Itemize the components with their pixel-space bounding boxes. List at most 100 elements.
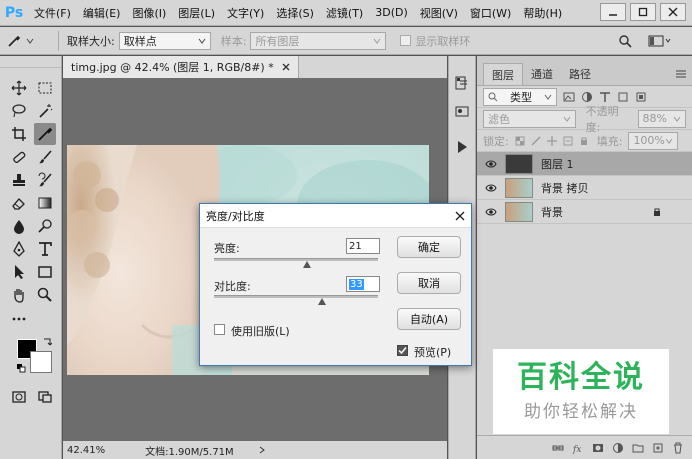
maximize-button[interactable] [630, 3, 656, 21]
auto-button[interactable]: 自动(A) [397, 308, 461, 330]
search-icon[interactable] [618, 34, 632, 48]
fill-input[interactable]: 100% [628, 131, 679, 150]
sample-select[interactable]: 所有图层 [250, 31, 387, 50]
tab-paths[interactable]: 路径 [561, 63, 599, 85]
contrast-input[interactable]: 33 [346, 276, 380, 292]
layer-row[interactable]: 图层 1 [477, 152, 692, 176]
history-panel-button[interactable] [451, 72, 473, 94]
eyedropper-tool[interactable] [34, 122, 56, 145]
lock-transparent-icon[interactable] [515, 136, 525, 146]
lasso-tool[interactable] [8, 100, 30, 122]
eraser-tool[interactable] [8, 192, 30, 214]
menu-file[interactable]: 文件(F) [28, 5, 77, 21]
menu-view[interactable]: 视图(V) [414, 5, 464, 21]
layer-row[interactable]: 背景 拷贝 [477, 176, 692, 200]
menu-filter[interactable]: 滤镜(T) [320, 5, 369, 21]
tab-layers[interactable]: 图层 [483, 63, 523, 85]
type-tool[interactable] [34, 238, 56, 260]
minimize-button[interactable] [600, 3, 626, 21]
properties-panel-button[interactable] [451, 100, 473, 122]
screen-mode-tool[interactable] [34, 386, 56, 408]
menu-select[interactable]: 选择(S) [270, 5, 320, 21]
layer-row[interactable]: 背景 [477, 200, 692, 224]
history-brush-tool[interactable] [34, 169, 56, 191]
filter-type-icon[interactable] [599, 91, 611, 103]
legacy-checkbox[interactable] [214, 324, 225, 335]
magic-wand-tool[interactable] [34, 100, 56, 122]
menu-layer[interactable]: 图层(L) [172, 5, 221, 21]
menu-edit[interactable]: 编辑(E) [77, 5, 127, 21]
layer-name[interactable]: 图层 1 [541, 156, 574, 172]
blur-tool[interactable] [8, 215, 30, 237]
link-icon[interactable] [552, 443, 564, 453]
visibility-eye-icon[interactable] [485, 183, 497, 193]
lock-artboard-icon[interactable] [563, 136, 573, 146]
hand-tool[interactable] [8, 284, 30, 306]
lock-image-icon[interactable] [531, 135, 541, 146]
panel-grip[interactable] [0, 56, 61, 68]
quick-mask-tool[interactable] [8, 386, 30, 408]
layer-name[interactable]: 背景 拷贝 [541, 180, 589, 196]
lock-all-icon[interactable] [579, 136, 589, 146]
new-layer-icon[interactable] [652, 442, 664, 454]
default-colors-icon[interactable] [16, 363, 26, 373]
ok-button[interactable]: 确定 [397, 236, 461, 258]
menu-help[interactable]: 帮助(H) [517, 5, 568, 21]
zoom-tool[interactable] [34, 284, 56, 306]
pen-tool[interactable] [8, 238, 30, 260]
close-icon[interactable] [282, 63, 290, 71]
close-window-button[interactable] [660, 3, 686, 21]
menu-3d[interactable]: 3D(D) [369, 6, 414, 19]
crop-tool[interactable] [8, 123, 30, 145]
folder-icon[interactable] [632, 442, 644, 454]
filter-adjustment-icon[interactable] [581, 91, 593, 103]
brightness-slider[interactable] [214, 258, 378, 261]
marquee-tool[interactable] [34, 77, 56, 99]
chevron-right-icon[interactable] [258, 446, 266, 454]
trash-icon[interactable] [672, 442, 684, 454]
lock-position-icon[interactable] [546, 135, 557, 146]
background-color[interactable] [30, 351, 52, 373]
opacity-input[interactable]: 88% [637, 109, 686, 128]
tool-preset-picker[interactable] [6, 30, 50, 52]
filter-pixel-icon[interactable] [563, 91, 575, 103]
close-icon[interactable] [455, 211, 465, 221]
menu-image[interactable]: 图像(I) [126, 5, 172, 21]
menu-window[interactable]: 窗口(W) [464, 5, 517, 21]
dodge-tool[interactable] [34, 215, 56, 237]
gradient-tool[interactable] [34, 192, 56, 214]
zoom-readout[interactable]: 42.41% [67, 445, 105, 456]
layer-name[interactable]: 背景 [541, 204, 563, 220]
clone-stamp-tool[interactable] [8, 169, 30, 191]
visibility-eye-icon[interactable] [485, 159, 497, 169]
blend-mode-select[interactable]: 滤色 [483, 109, 576, 128]
document-info[interactable]: 文档:1.90M/5.71M [145, 443, 234, 458]
panel-menu-icon[interactable] [676, 70, 686, 78]
document-tab[interactable]: timg.jpg @ 42.4% (图层 1, RGB/8#) * [63, 56, 299, 78]
move-tool[interactable] [8, 77, 30, 99]
brightness-slider-thumb[interactable] [303, 261, 311, 268]
filter-smart-icon[interactable] [635, 91, 647, 103]
brush-tool[interactable] [34, 146, 56, 168]
workspace-icon[interactable] [648, 34, 672, 48]
menu-type[interactable]: 文字(Y) [221, 5, 270, 21]
contrast-slider-thumb[interactable] [318, 298, 326, 305]
tab-channels[interactable]: 通道 [523, 63, 561, 85]
fx-icon[interactable]: fx [572, 442, 584, 454]
show-ring-checkbox[interactable] [400, 35, 412, 46]
contrast-slider[interactable] [214, 295, 378, 298]
actions-panel-button[interactable] [451, 136, 473, 158]
preview-checkbox[interactable] [397, 345, 408, 356]
cancel-button[interactable]: 取消 [397, 272, 461, 294]
path-selection-tool[interactable] [8, 261, 30, 283]
healing-brush-tool[interactable] [8, 146, 30, 168]
more-tools[interactable] [8, 307, 30, 329]
rectangle-tool[interactable] [34, 261, 56, 283]
visibility-eye-icon[interactable] [485, 207, 497, 217]
brightness-input[interactable]: 21 [346, 238, 380, 254]
sample-size-select[interactable]: 取样点 [118, 31, 211, 50]
filter-shape-icon[interactable] [617, 91, 629, 103]
swap-colors-icon[interactable] [42, 337, 52, 347]
dialog-titlebar[interactable]: 亮度/对比度 [200, 204, 471, 228]
adjustment-icon[interactable] [612, 442, 624, 454]
